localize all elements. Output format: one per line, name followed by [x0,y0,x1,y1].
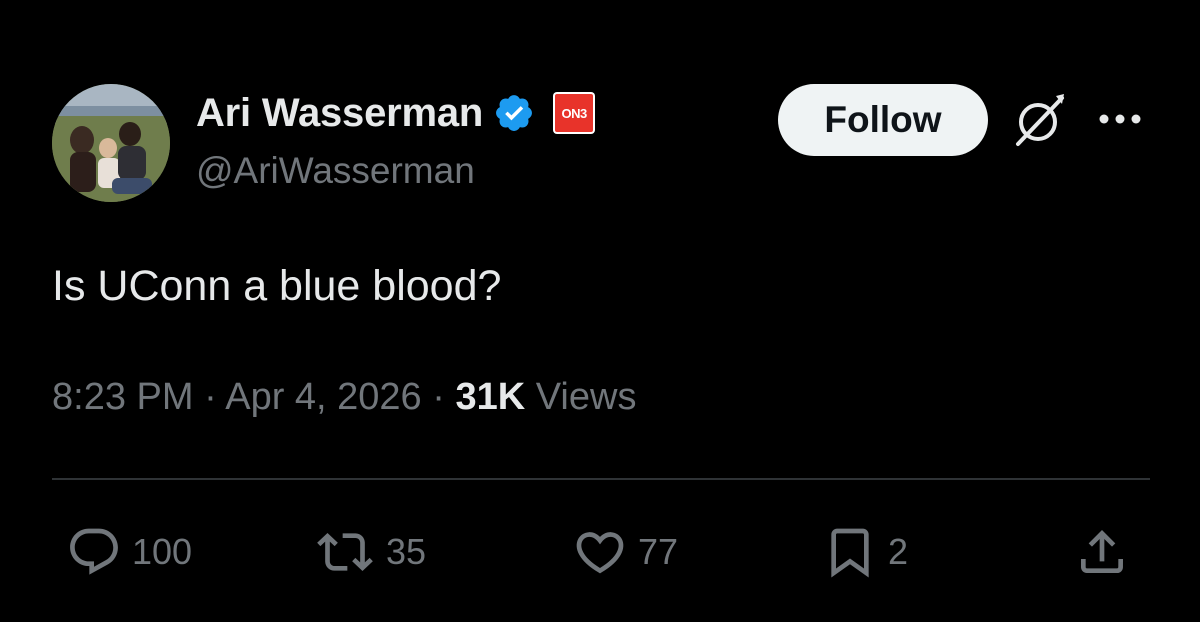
reply-count: 100 [132,531,193,572]
repost-count: 35 [386,531,427,572]
affiliate-badge[interactable]: ON3 [553,92,596,134]
tweet-meta: 8:23 PM · Apr 4, 2026 · 31K Views [52,376,636,419]
tweet-time[interactable]: 8:23 PM [52,376,194,418]
share-icon [1081,530,1123,573]
avatar[interactable] [52,84,170,202]
avatar-photo [52,84,170,202]
like-count: 77 [638,531,679,572]
more-horizontal-icon[interactable] [1096,104,1144,134]
repost-icon [317,533,373,571]
divider [52,478,1150,480]
bookmark-icon [831,528,869,578]
reply-icon [70,528,118,575]
heart-icon [576,532,624,574]
author-name-row: Ari Wasserman ON3 [196,88,596,138]
tweet-text: Is UConn a blue blood? [52,262,502,310]
bookmark-count: 2 [888,531,909,572]
views-count: 31K [455,376,526,418]
like-button[interactable]: 77 [572,524,678,580]
reply-button[interactable]: 100 [66,524,192,580]
bookmark-button[interactable]: 2 [822,524,908,580]
meta-separator: · [432,376,445,418]
author-display-name[interactable]: Ari Wasserman [196,91,483,136]
grok-icon[interactable] [1010,90,1070,150]
repost-button[interactable]: 35 [314,524,426,580]
affiliate-badge-label: ON3 [555,94,594,132]
meta-separator: · [204,376,217,418]
share-button[interactable] [1074,524,1130,580]
views-label: Views [535,376,637,418]
tweet-date[interactable]: Apr 4, 2026 [225,376,421,418]
follow-button[interactable]: Follow [778,84,988,156]
verified-badge-icon[interactable] [493,92,535,134]
author-handle[interactable]: @AriWasserman [196,150,475,192]
